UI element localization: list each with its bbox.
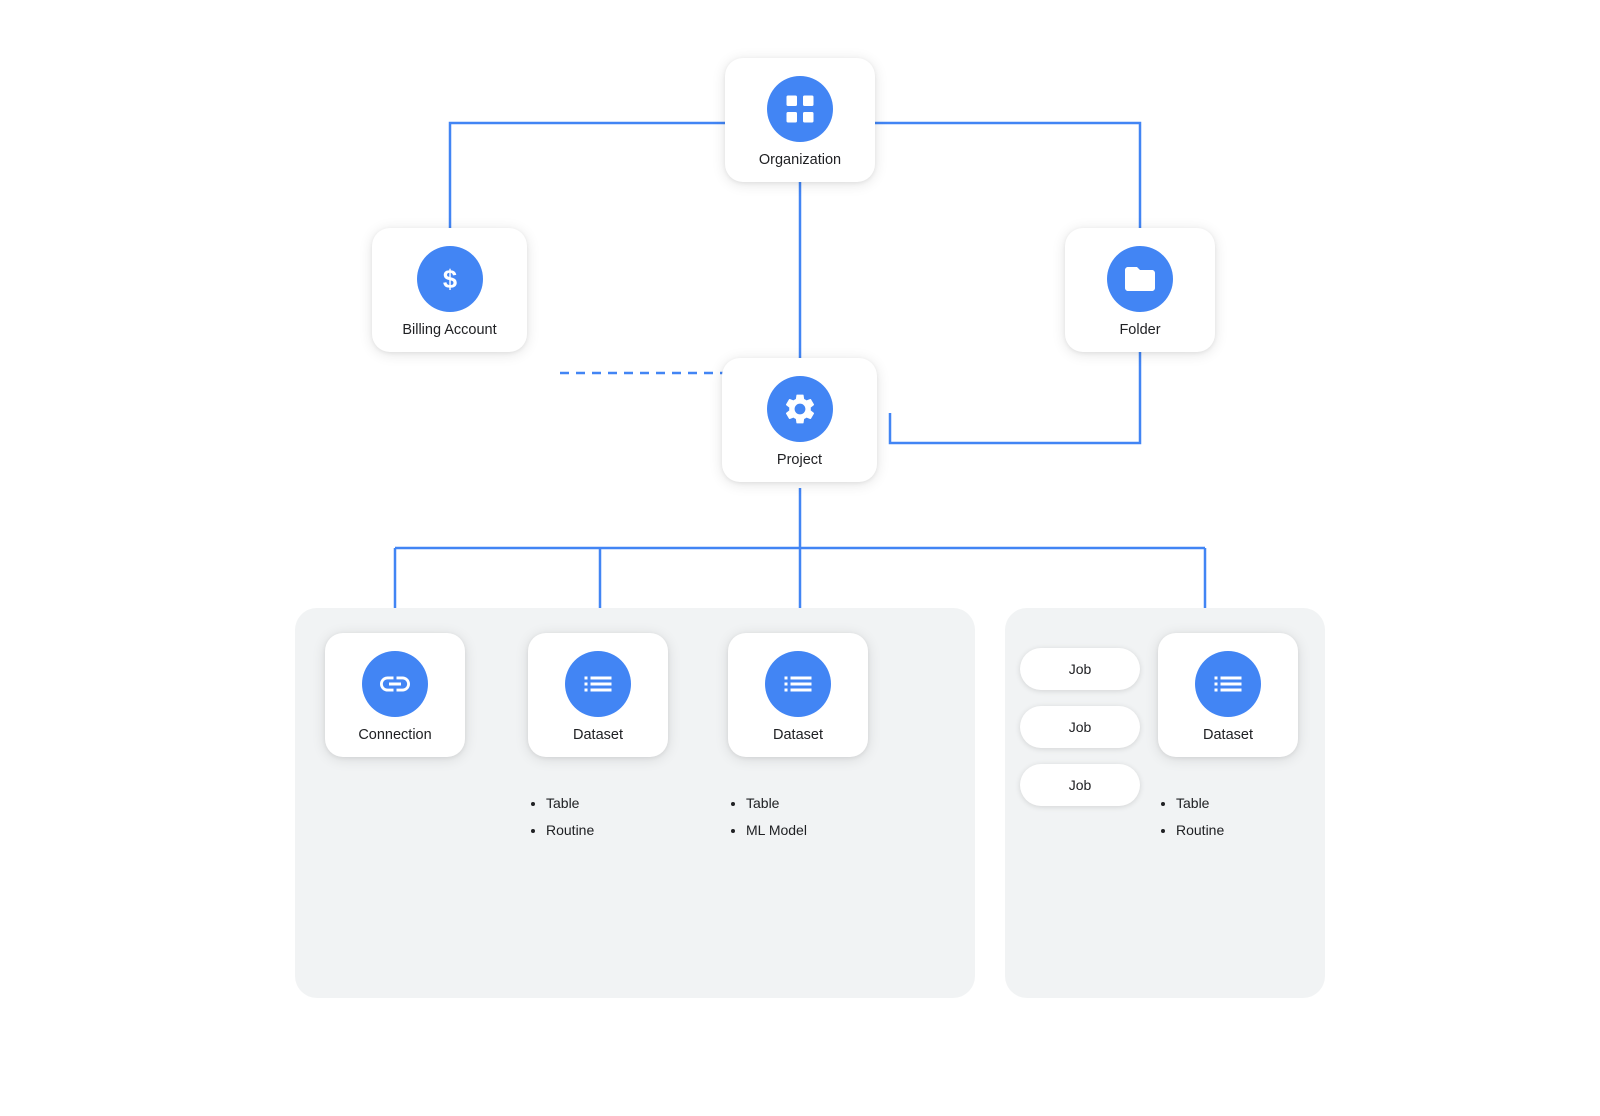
dataset3-b1: Table: [1176, 790, 1224, 817]
dataset1-b2: Routine: [546, 817, 594, 844]
dataset2-b2: ML Model: [746, 817, 807, 844]
project-label: Project: [777, 452, 822, 468]
dataset2-b1: Table: [746, 790, 807, 817]
job2-label: Job: [1069, 719, 1092, 735]
folder-label: Folder: [1119, 322, 1160, 338]
project-icon-circle: [767, 376, 833, 442]
dataset2-card: Dataset: [728, 633, 868, 757]
org-icon-circle: [767, 76, 833, 142]
svg-text:$: $: [442, 266, 456, 294]
dataset1-bullets: Table Routine: [528, 790, 594, 843]
connection-icon-circle: [362, 651, 428, 717]
folder-icon-circle: [1107, 246, 1173, 312]
dataset2-label: Dataset: [773, 727, 823, 743]
page-root: Organization $ Billing Account Folder Pr…: [0, 0, 1600, 1116]
dataset1-label: Dataset: [573, 727, 623, 743]
job1-label: Job: [1069, 661, 1092, 677]
org-label: Organization: [759, 152, 841, 168]
job1-pill: Job: [1020, 648, 1140, 690]
canvas: Organization $ Billing Account Folder Pr…: [250, 58, 1350, 1058]
dataset1-icon-circle: [565, 651, 631, 717]
dataset3-label: Dataset: [1203, 727, 1253, 743]
job2-pill: Job: [1020, 706, 1140, 748]
billing-card: $ Billing Account: [372, 228, 527, 352]
folder-card: Folder: [1065, 228, 1215, 352]
dataset1-card: Dataset: [528, 633, 668, 757]
dataset2-bullets: Table ML Model: [728, 790, 807, 843]
billing-label: Billing Account: [402, 322, 496, 338]
dataset3-card: Dataset: [1158, 633, 1298, 757]
dataset1-b1: Table: [546, 790, 594, 817]
dataset2-icon-circle: [765, 651, 831, 717]
dataset3-b2: Routine: [1176, 817, 1224, 844]
connection-label: Connection: [358, 727, 431, 743]
billing-icon-circle: $: [417, 246, 483, 312]
project-card: Project: [722, 358, 877, 482]
job3-pill: Job: [1020, 764, 1140, 806]
dataset3-bullets: Table Routine: [1158, 790, 1224, 843]
job3-label: Job: [1069, 777, 1092, 793]
organization-card: Organization: [725, 58, 875, 182]
dataset3-icon-circle: [1195, 651, 1261, 717]
connection-card: Connection: [325, 633, 465, 757]
